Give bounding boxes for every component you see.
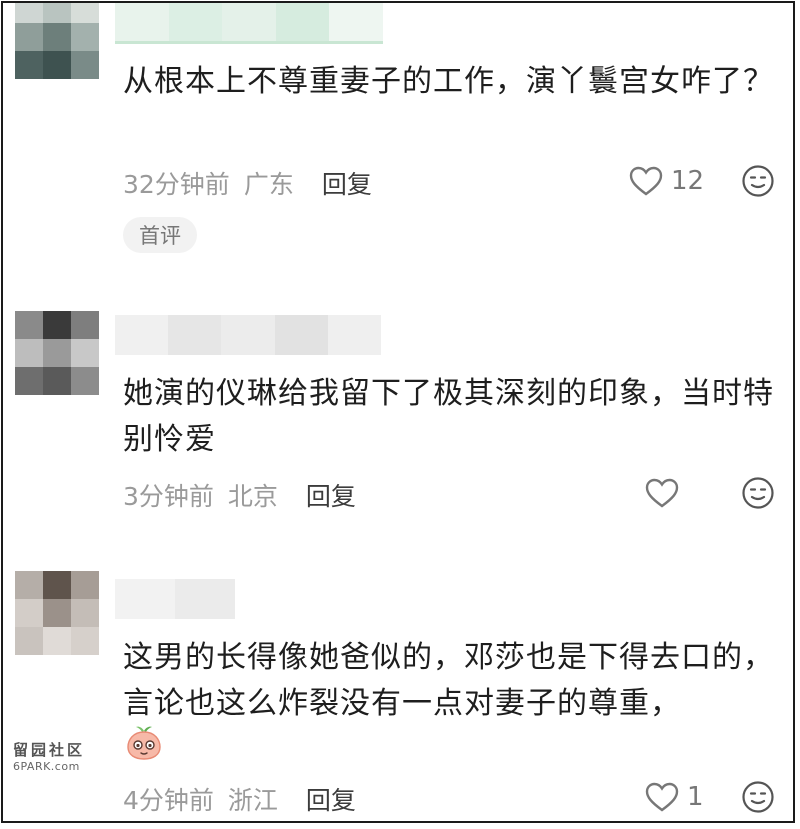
- comment-time: 32分钟前: [123, 170, 230, 199]
- site-watermark: 留园社区 6PARK.com: [13, 739, 103, 773]
- like-count: 12: [671, 166, 705, 196]
- comment-text: 从根本上不尊重妻子的工作，演丫鬟宫女咋了？: [123, 64, 774, 99]
- reply-button[interactable]: 回复: [306, 781, 356, 817]
- smiley-face-icon[interactable]: [741, 780, 775, 814]
- like-count: 1: [687, 782, 704, 812]
- comment-text: 这男的长得像她爸似的，邓莎也是下得去口的，言论也这么炸裂没有一点对妻子的尊重，: [123, 640, 774, 721]
- like-button[interactable]: 12: [629, 163, 704, 199]
- heart-outline-icon: [629, 166, 663, 196]
- username-underline: [115, 41, 383, 44]
- username-blurred[interactable]: [115, 579, 235, 619]
- comment-time: 3分钟前: [123, 482, 214, 511]
- username-blurred[interactable]: [115, 3, 383, 43]
- comment-location: 广东: [243, 170, 294, 199]
- like-button[interactable]: [645, 475, 687, 511]
- like-button[interactable]: 1: [645, 779, 704, 815]
- comment-meta: 32分钟前 广东 回复: [123, 165, 372, 201]
- first-comment-badge: 首评: [123, 217, 197, 253]
- avatar[interactable]: [15, 3, 99, 79]
- comment-location: 北京: [227, 482, 278, 511]
- reply-button[interactable]: 回复: [322, 165, 372, 201]
- heart-outline-icon: [645, 478, 679, 508]
- comment-text: 她演的仪琳给我留下了极其深刻的印象，当时特别怜爱: [123, 376, 774, 457]
- username-blurred[interactable]: [115, 315, 381, 355]
- watermark-title: 留园社区: [13, 741, 86, 759]
- comment-meta: 4分钟前 浙江 回复: [123, 781, 356, 817]
- reply-button[interactable]: 回复: [306, 477, 356, 513]
- comment-time: 4分钟前: [123, 786, 214, 815]
- comment-list-frame: 从根本上不尊重妻子的工作，演丫鬟宫女咋了？ 32分钟前 广东 回复 12 首评 …: [1, 1, 795, 823]
- watermark-domain: 6PARK.com: [13, 760, 80, 773]
- peach-emoji-icon: [127, 726, 161, 760]
- comment-location: 浙江: [227, 786, 278, 815]
- smiley-face-icon[interactable]: [741, 164, 775, 198]
- avatar[interactable]: [15, 571, 99, 655]
- heart-outline-icon: [645, 782, 679, 812]
- avatar[interactable]: [15, 311, 99, 395]
- comment-meta: 3分钟前 北京 回复: [123, 477, 356, 513]
- smiley-face-icon[interactable]: [741, 476, 775, 510]
